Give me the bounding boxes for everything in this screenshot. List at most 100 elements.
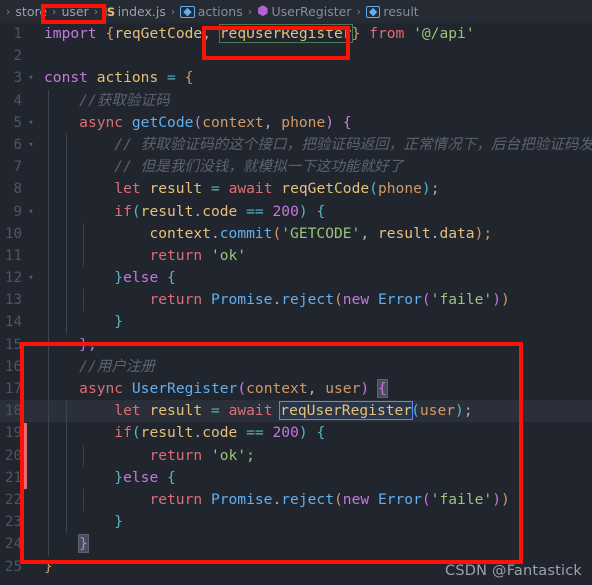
fold-indicator[interactable]: ▾	[24, 112, 38, 134]
token-async: async	[79, 113, 124, 131]
code-line[interactable]: 2	[0, 45, 592, 67]
token-let: let	[114, 402, 141, 420]
code-line[interactable]: 13 return Promise.reject(new Error('fail…	[0, 289, 592, 312]
token-reqgetcode: reqGetCode	[114, 25, 203, 42]
line-number: 9	[13, 203, 22, 220]
token-requserregister-selected[interactable]: reqUserRegister	[279, 401, 414, 421]
code-line[interactable]: 23 }	[0, 511, 592, 534]
breadcrumb-label-userregister: UserRegister	[271, 4, 352, 19]
code-line[interactable]: 5 ▾ async getCode(context, phone) {	[0, 111, 592, 134]
code-line[interactable]: 6 ▾ // 获取验证码的这个接口，把验证码返回，正常情况下，后台把验证码发	[0, 133, 592, 157]
code-editor[interactable]: 1 import {reqGetCode, reqUserRegister} f…	[0, 23, 592, 585]
code-line[interactable]: 22 return Promise.reject(new Error('fail…	[0, 488, 592, 512]
token-phone: phone	[377, 180, 422, 198]
line-content: async UserRegister(context, user) {	[38, 378, 592, 401]
line-content: let result = await reqUserRegister(user)…	[38, 400, 592, 423]
breadcrumb-item-index-js[interactable]: JS index.js	[102, 4, 167, 19]
token-let: let	[114, 180, 141, 198]
token-else: else	[123, 468, 159, 486]
line-content: }	[38, 533, 592, 556]
line-content: context.commit('GETCODE', result.data);	[38, 222, 592, 245]
line-content: if(result.code == 200) {	[38, 200, 592, 223]
line-number: 1	[13, 26, 22, 42]
token-str-ok: 'ok'	[210, 246, 247, 264]
line-number: 2	[13, 48, 22, 65]
token-requserregister[interactable]: reqUserRegister	[218, 24, 353, 43]
line-content: // 但是我们没钱，就模拟一下这功能就好了	[38, 156, 592, 179]
code-line[interactable]: 1 import {reqGetCode, reqUserRegister} f…	[0, 23, 592, 45]
breadcrumb-item-result[interactable]: ◆ result	[365, 4, 420, 19]
code-line[interactable]: 14 }	[0, 311, 592, 334]
code-line[interactable]: 16 //用户注册	[0, 355, 592, 379]
fold-indicator[interactable]: ▾	[24, 267, 38, 289]
line-number: 10	[4, 225, 22, 242]
line-number: 20	[4, 447, 22, 464]
line-number: 3	[13, 70, 22, 87]
cube-icon: ◆	[180, 5, 195, 18]
code-line[interactable]: 17 async UserRegister(context, user) {	[0, 378, 592, 401]
code-line[interactable]: 12 ▾ }else {	[0, 267, 592, 290]
token-comment-long1: // 获取验证码的这个接口，把验证码返回，正常情况下，后台把验证码发	[114, 135, 592, 153]
breadcrumb-item-user[interactable]: user	[60, 4, 89, 19]
breadcrumb-separator: ›	[93, 5, 99, 18]
breadcrumb-item-actions[interactable]: ◆ actions	[179, 4, 243, 19]
line-number: 22	[4, 491, 22, 508]
token-return: return	[149, 246, 203, 264]
token-reqgetcode: reqGetCode	[281, 180, 370, 198]
line-content: const actions = {	[44, 69, 194, 87]
breadcrumb-label-user: user	[61, 4, 89, 19]
token-if: if	[114, 202, 132, 220]
breadcrumb-separator: ›	[170, 5, 176, 18]
code-line[interactable]: 4 //获取验证码	[0, 89, 592, 112]
code-line[interactable]: 10 context.commit('GETCODE', result.data…	[0, 222, 592, 245]
line-number: 23	[4, 514, 22, 531]
code-line[interactable]: 20 return 'ok';	[0, 444, 592, 467]
line-content: return Promise.reject(new Error('faile')…	[38, 289, 592, 312]
code-line[interactable]: 7 // 但是我们没钱，就模拟一下这功能就好了	[0, 156, 592, 179]
code-line[interactable]: 15 },	[0, 333, 592, 356]
fold-indicator[interactable]: ▾	[24, 134, 38, 156]
token-code: code	[202, 424, 238, 442]
token-const: const	[44, 69, 88, 87]
breadcrumb-separator: ›	[6, 5, 11, 18]
line-number: 19	[4, 425, 22, 442]
token-str-ok: 'ok';	[210, 446, 255, 464]
line-content: import {reqGetCode, reqUserRegister} fro…	[44, 24, 475, 43]
token-comment-long2: // 但是我们没钱，就模拟一下这功能就好了	[114, 158, 404, 176]
token-user: user	[419, 402, 456, 420]
method-icon: ⬢	[257, 3, 269, 19]
breadcrumb-label-store: store	[15, 4, 48, 19]
line-content: //用户注册	[38, 355, 592, 379]
line-content: return Promise.reject(new Error('faile')…	[38, 488, 592, 512]
breadcrumb-label-result: result	[383, 4, 419, 19]
token-api-path: '@/api'	[413, 25, 475, 42]
code-line[interactable]: 19 if(result.code == 200) {	[0, 422, 592, 445]
line-number: 14	[4, 314, 22, 331]
code-line[interactable]: 3 ▾ const actions = {	[0, 67, 592, 89]
breadcrumb-separator: ›	[247, 5, 253, 18]
line-number: 18	[4, 403, 22, 420]
line-content: }	[38, 511, 592, 534]
line-number: 12	[4, 270, 22, 287]
line-content: }else {	[38, 267, 592, 290]
token-200: 200	[272, 424, 299, 442]
line-number: 17	[4, 381, 22, 397]
code-line[interactable]: 24 }	[0, 533, 592, 556]
code-line[interactable]: 8 let result = await reqGetCode(phone);	[0, 178, 592, 201]
code-line[interactable]: 9 ▾ if(result.code == 200) {	[0, 200, 592, 223]
token-return: return	[149, 291, 203, 309]
token-result: result	[140, 202, 194, 220]
line-content: return 'ok';	[38, 444, 592, 467]
line-content: //获取验证码	[38, 89, 592, 112]
breadcrumb-item-store[interactable]: store	[14, 4, 48, 19]
fold-indicator[interactable]: ▾	[24, 67, 38, 89]
token-comment-register: //用户注册	[79, 357, 156, 375]
token-if: if	[114, 424, 132, 442]
code-line[interactable]: 21 }else {	[0, 466, 592, 489]
breadcrumb-item-userregister[interactable]: ⬢ UserRegister	[256, 4, 352, 19]
fold-indicator[interactable]: ▾	[24, 201, 38, 223]
line-number: 21	[4, 469, 22, 486]
code-line-active[interactable]: 18 let result = await reqUserRegister(us…	[0, 400, 592, 423]
token-result: result	[149, 402, 203, 420]
code-line[interactable]: 11 return 'ok'	[0, 244, 592, 268]
